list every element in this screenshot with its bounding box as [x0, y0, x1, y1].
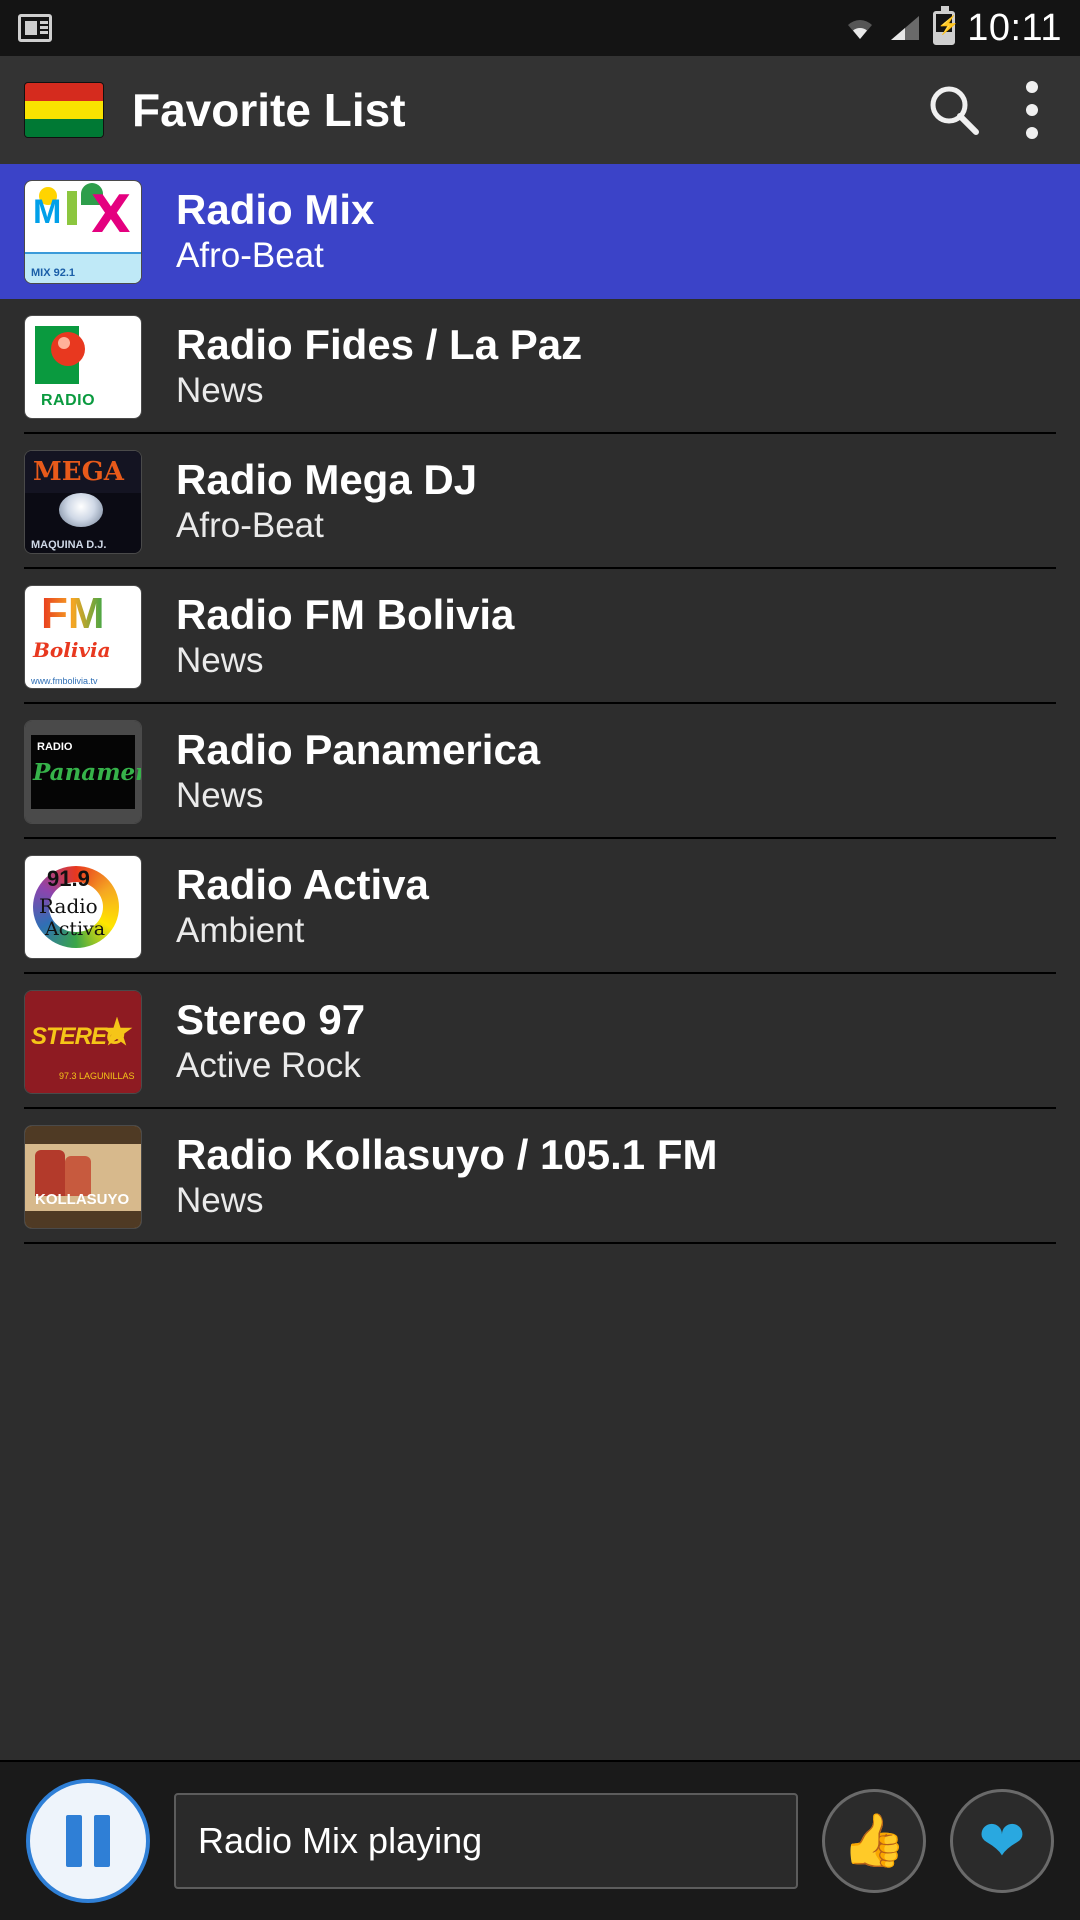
station-name: Radio Fides / La Paz	[176, 321, 583, 369]
list-item-radio-mix[interactable]: M X MIX 92.1 Radio Mix Afro-Beat	[0, 164, 1080, 299]
station-name: Radio Mega DJ	[176, 456, 478, 504]
list-item-text: Radio Kollasuyo / 105.1 FM News	[176, 1131, 718, 1221]
radio-fides-logo: RADIO	[24, 314, 142, 419]
app-bar: Favorite List	[0, 56, 1080, 164]
thumbs-up-icon[interactable]: 👍	[822, 1789, 926, 1893]
art-text: STEREO	[31, 1022, 125, 1050]
pause-icon[interactable]	[26, 1779, 150, 1903]
station-genre: News	[176, 641, 264, 681]
art-text: www.fmbolivia.tv	[31, 675, 98, 686]
radio-fm-bolivia-logo: FM Bolivia www.fmbolivia.tv	[24, 584, 142, 689]
art-text: M	[33, 192, 62, 231]
list-item-stereo-97[interactable]: STEREO 97.3 LAGUNILLAS Stereo 97 Active …	[0, 974, 1080, 1109]
art-text: RADIO	[41, 391, 96, 409]
station-name: Radio FM Bolivia	[176, 591, 515, 639]
heart-glyph: ❤	[978, 1809, 1026, 1872]
list-item-text: Stereo 97 Active Rock	[176, 996, 366, 1086]
favorite-station-list[interactable]: M X MIX 92.1 Radio Mix Afro-Beat RADIO R…	[0, 164, 1080, 1760]
radio-mix-logo: M X MIX 92.1	[24, 179, 142, 284]
art-text: Panamericana	[33, 758, 141, 786]
art-text: MEGA	[33, 456, 124, 487]
list-item-text: Radio Fides / La Paz News	[176, 321, 583, 411]
station-genre: Ambient	[176, 911, 305, 951]
now-playing-field[interactable]: Radio Mix playing	[174, 1793, 798, 1889]
station-genre: News	[176, 371, 264, 411]
station-name: Radio Panamerica	[176, 726, 541, 774]
player-bar: Radio Mix playing 👍 ❤	[0, 1760, 1080, 1920]
station-name: Radio Kollasuyo / 105.1 FM	[176, 1131, 718, 1179]
art-text: X	[90, 184, 131, 245]
station-genre: Afro-Beat	[176, 506, 324, 546]
status-bar-left-icons	[18, 14, 52, 42]
list-item-text: Radio Panamerica News	[176, 726, 541, 816]
status-bar-clock: 10:11	[967, 6, 1062, 49]
bolivia-flag-icon	[24, 82, 104, 138]
list-item-radio-kollasuyo[interactable]: KOLLASUYO Radio Kollasuyo / 105.1 FM New…	[0, 1109, 1080, 1244]
list-item-radio-mega-dj[interactable]: MEGA MAQUINA D.J. Radio Mega DJ Afro-Bea…	[0, 434, 1080, 569]
station-genre: Active Rock	[176, 1046, 361, 1086]
status-bar-right-icons: 10:11	[843, 6, 1062, 50]
art-text: 91.9	[47, 865, 90, 891]
art-text: MIX 92.1	[31, 266, 76, 279]
battery-charging-icon	[933, 6, 960, 45]
divider	[24, 1242, 1056, 1244]
art-text: 97.3 LAGUNILLAS	[59, 1070, 135, 1081]
search-icon[interactable]	[926, 82, 982, 138]
page-title: Favorite List	[132, 84, 406, 136]
thumbs-up-glyph: 👍	[841, 1812, 907, 1870]
list-item-text: Radio Mix Afro-Beat	[176, 186, 375, 276]
station-name: Radio Activa	[176, 861, 429, 909]
app-bar-actions	[926, 81, 1056, 139]
station-name: Radio Mix	[176, 186, 375, 234]
art-text: Radio	[39, 893, 98, 918]
list-item-text: Radio FM Bolivia News	[176, 591, 515, 681]
art-text: Bolivia	[33, 637, 111, 662]
station-genre: News	[176, 776, 264, 816]
list-item-text: Radio Activa Ambient	[176, 861, 429, 951]
overflow-menu-icon[interactable]	[1016, 81, 1048, 139]
list-item-radio-activa[interactable]: 91.9 Radio Activa Radio Activa Ambient	[0, 839, 1080, 974]
radio-activa-logo: 91.9 Radio Activa	[24, 854, 142, 959]
app-screen: 10:11 Favorite List	[0, 0, 1080, 1920]
radio-kollasuyo-logo: KOLLASUYO	[24, 1124, 142, 1229]
list-item-radio-fides[interactable]: RADIO Radio Fides / La Paz News	[0, 299, 1080, 434]
art-text: KOLLASUYO	[35, 1190, 130, 1208]
list-item-radio-panamerica[interactable]: RADIO Panamericana Radio Panamerica News	[0, 704, 1080, 839]
radio-panamericana-logo: RADIO Panamericana	[24, 719, 142, 824]
heart-icon[interactable]: ❤	[950, 1789, 1054, 1893]
pause-bars	[66, 1815, 110, 1867]
list-item-radio-fm-bolivia[interactable]: FM Bolivia www.fmbolivia.tv Radio FM Bol…	[0, 569, 1080, 704]
art-text: Activa	[45, 917, 106, 940]
list-item-text: Radio Mega DJ Afro-Beat	[176, 456, 478, 546]
art-text: FM	[41, 588, 105, 638]
station-genre: News	[176, 1181, 264, 1221]
wifi-icon	[843, 15, 877, 41]
cellular-signal-icon	[889, 14, 921, 42]
art-text: RADIO	[37, 740, 73, 753]
news-icon	[18, 14, 52, 42]
status-bar: 10:11	[0, 0, 1080, 56]
art-text: MAQUINA D.J.	[31, 538, 107, 551]
station-genre: Afro-Beat	[176, 236, 324, 276]
stereo-97-logo: STEREO 97.3 LAGUNILLAS	[24, 989, 142, 1094]
radio-mega-dj-logo: MEGA MAQUINA D.J.	[24, 449, 142, 554]
station-name: Stereo 97	[176, 996, 366, 1044]
